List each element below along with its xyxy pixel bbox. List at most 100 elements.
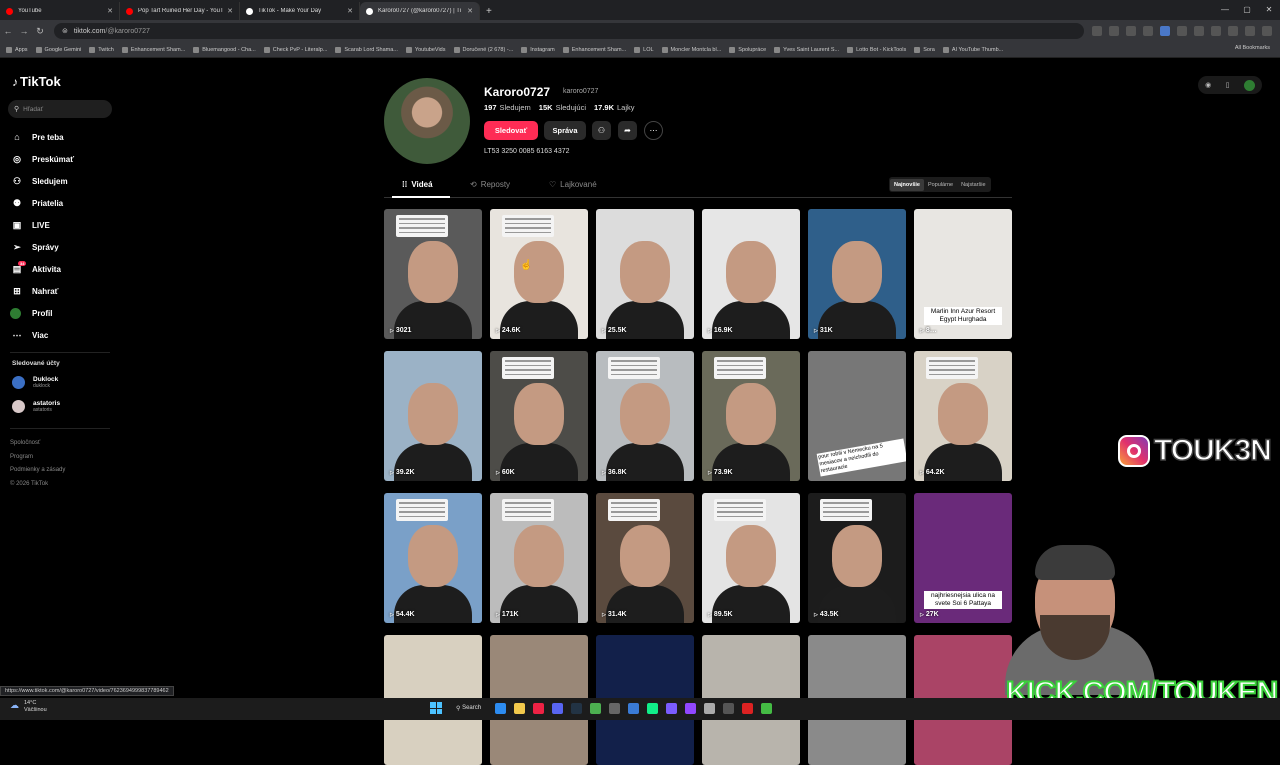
- bookmark-item[interactable]: Doručené (2 678) -...: [453, 46, 513, 53]
- search-input[interactable]: ⚲ Hľadať: [8, 100, 112, 118]
- sidebar-item-more[interactable]: ⋯ Viac: [10, 324, 74, 346]
- video-thumbnail[interactable]: ▷ 39.2K: [384, 351, 482, 481]
- bookmark-item[interactable]: Google Gemini: [35, 46, 81, 53]
- steam-icon[interactable]: [571, 702, 583, 714]
- chrome-icon[interactable]: [590, 702, 602, 714]
- close-tab-icon[interactable]: ✕: [467, 7, 473, 15]
- add-friend-icon[interactable]: ⚇: [592, 121, 611, 140]
- weather-widget[interactable]: ☁ 14°C Väčšinou: [10, 700, 47, 714]
- reload-icon[interactable]: ↻: [32, 26, 48, 37]
- followed-account[interactable]: Duklock duklock: [12, 376, 58, 389]
- sidebar-item-profile[interactable]: Profil: [10, 302, 74, 324]
- sidebar-item-upload[interactable]: ⊞ Nahrať: [10, 280, 74, 302]
- twitch-icon[interactable]: [685, 702, 697, 714]
- video-thumbnail[interactable]: ▷ 89.5K: [702, 493, 800, 623]
- sidebar-item-messages[interactable]: ➢ Správy: [10, 236, 74, 258]
- video-thumbnail[interactable]: ▷ 171K: [490, 493, 588, 623]
- extension-icon[interactable]: [1228, 26, 1238, 36]
- bookmark-item[interactable]: YoutubeVids: [405, 46, 446, 53]
- app-icon[interactable]: [723, 702, 735, 714]
- windows-start-icon[interactable]: [430, 702, 442, 714]
- extension-icon[interactable]: [1160, 26, 1170, 36]
- forward-icon[interactable]: →: [16, 26, 32, 36]
- bookmark-item[interactable]: Lotto Bot - KickTools: [847, 46, 906, 53]
- app-icon[interactable]: [628, 702, 640, 714]
- sidebar-item-following[interactable]: ⚇ Sledujem: [10, 170, 74, 192]
- profile-avatar-icon[interactable]: [1245, 26, 1255, 36]
- bookmark-item[interactable]: Apps: [6, 46, 28, 53]
- new-tab-button[interactable]: +: [486, 2, 492, 20]
- sort-popular[interactable]: Populárne: [924, 179, 957, 191]
- footer-link-company[interactable]: Spoločnosť: [10, 437, 65, 451]
- user-avatar[interactable]: [1243, 79, 1255, 91]
- share-icon[interactable]: ➦: [618, 121, 637, 140]
- file-explorer-icon[interactable]: [514, 702, 526, 714]
- more-options-icon[interactable]: ⋯: [644, 121, 663, 140]
- bookmark-item[interactable]: Enhancement Sham...: [121, 46, 185, 53]
- bookmark-item[interactable]: Sora: [914, 46, 935, 53]
- app-icon[interactable]: [742, 702, 754, 714]
- taskbar-search[interactable]: ⚲ Search: [450, 705, 487, 712]
- bookmark-item[interactable]: Twitch: [89, 46, 114, 53]
- bookmark-item[interactable]: Yves Saint Laurent S...: [774, 46, 839, 53]
- video-thumbnail[interactable]: najhriesnejsia ulica na svete Soi 6 Patt…: [914, 493, 1012, 623]
- video-thumbnail[interactable]: ▷ 64.2K: [914, 351, 1012, 481]
- browser-tab[interactable]: YouTube ✕: [0, 2, 120, 20]
- video-thumbnail[interactable]: ▷ 36.8K: [596, 351, 694, 481]
- close-tab-icon[interactable]: ✕: [347, 7, 353, 15]
- bookmark-item[interactable]: Moncler Montcla bl...: [661, 46, 721, 53]
- video-thumbnail[interactable]: ▷ 24.6K: [490, 209, 588, 339]
- extension-icon[interactable]: [1177, 26, 1187, 36]
- app-icon[interactable]: [666, 702, 678, 714]
- follow-button[interactable]: Sledovať: [484, 121, 538, 140]
- extension-icon[interactable]: [1092, 26, 1102, 36]
- coin-icon[interactable]: ◉: [1205, 81, 1211, 89]
- site-info-icon[interactable]: ⊜: [62, 27, 68, 35]
- video-thumbnail[interactable]: ▷ 60K: [490, 351, 588, 481]
- discord-icon[interactable]: [552, 702, 564, 714]
- video-thumbnail[interactable]: ▷ 3021: [384, 209, 482, 339]
- video-thumbnail[interactable]: ▷ 25.5K: [596, 209, 694, 339]
- maximize-icon[interactable]: ▢: [1236, 0, 1258, 20]
- app-icon[interactable]: [647, 702, 659, 714]
- sidebar-item-compass[interactable]: ◎ Preskúmať: [10, 148, 74, 170]
- browser-tab[interactable]: Pop Tart Ruined Her Day - YouT ✕: [120, 2, 240, 20]
- bookmark-item[interactable]: Spolupráce: [729, 46, 766, 53]
- bookmark-item[interactable]: Instagram: [521, 46, 555, 53]
- sidebar-item-friends[interactable]: ⚉ Priatelia: [10, 192, 74, 214]
- bookmark-item[interactable]: AI YouTube Thumb...: [942, 46, 1003, 53]
- footer-link-program[interactable]: Program: [10, 451, 65, 465]
- sidebar-item-home[interactable]: ⌂ Pre teba: [10, 126, 74, 148]
- edge-icon[interactable]: [495, 702, 507, 714]
- video-thumbnail[interactable]: ▷ 43.5K: [808, 493, 906, 623]
- tab-reposts[interactable]: ⟲ Reposty: [470, 180, 510, 189]
- sort-newest[interactable]: Najnovšie: [890, 178, 924, 191]
- video-thumbnail[interactable]: ▷ 31.4K: [596, 493, 694, 623]
- close-window-icon[interactable]: ✕: [1258, 0, 1280, 20]
- close-tab-icon[interactable]: ✕: [107, 7, 113, 15]
- app-icon[interactable]: [704, 702, 716, 714]
- url-field[interactable]: ⊜ tiktok.com/@karoro0727: [54, 23, 1084, 39]
- video-thumbnail[interactable]: pour robili v Nemecku na 5 mesiacov a ne…: [808, 351, 906, 481]
- browser-tab[interactable]: Karoro0727 (@karoro0727) | Ti ✕: [360, 2, 480, 20]
- sort-oldest[interactable]: Najstaršie: [957, 179, 989, 191]
- extension-icon[interactable]: [1109, 26, 1119, 36]
- following-stat[interactable]: 197 Sledujem: [484, 103, 531, 112]
- followed-account[interactable]: astatoris astatoris: [12, 400, 60, 413]
- app-icon[interactable]: [761, 702, 773, 714]
- message-button[interactable]: Správa: [544, 121, 586, 140]
- bookmark-item[interactable]: Scarab Lord Shama...: [335, 46, 398, 53]
- tab-liked[interactable]: ♡ Lajkované: [549, 180, 597, 189]
- menu-dots-icon[interactable]: [1262, 26, 1272, 36]
- browser-tab[interactable]: TikTok - Make Your Day ✕: [240, 2, 360, 20]
- tab-videos[interactable]: ⁞⁞ Videá: [402, 180, 433, 189]
- bookmark-item[interactable]: LOL: [634, 46, 654, 53]
- app-icon[interactable]: [533, 702, 545, 714]
- extensions-puzzle-icon[interactable]: [1194, 26, 1204, 36]
- video-thumbnail[interactable]: ▷ 73.9K: [702, 351, 800, 481]
- video-thumbnail[interactable]: ▷ 16.9K: [702, 209, 800, 339]
- device-icon[interactable]: ▯: [1226, 81, 1230, 89]
- tiktok-logo[interactable]: ♪ TikTok: [12, 74, 61, 89]
- back-icon[interactable]: ←: [0, 26, 16, 36]
- download-icon[interactable]: [1211, 26, 1221, 36]
